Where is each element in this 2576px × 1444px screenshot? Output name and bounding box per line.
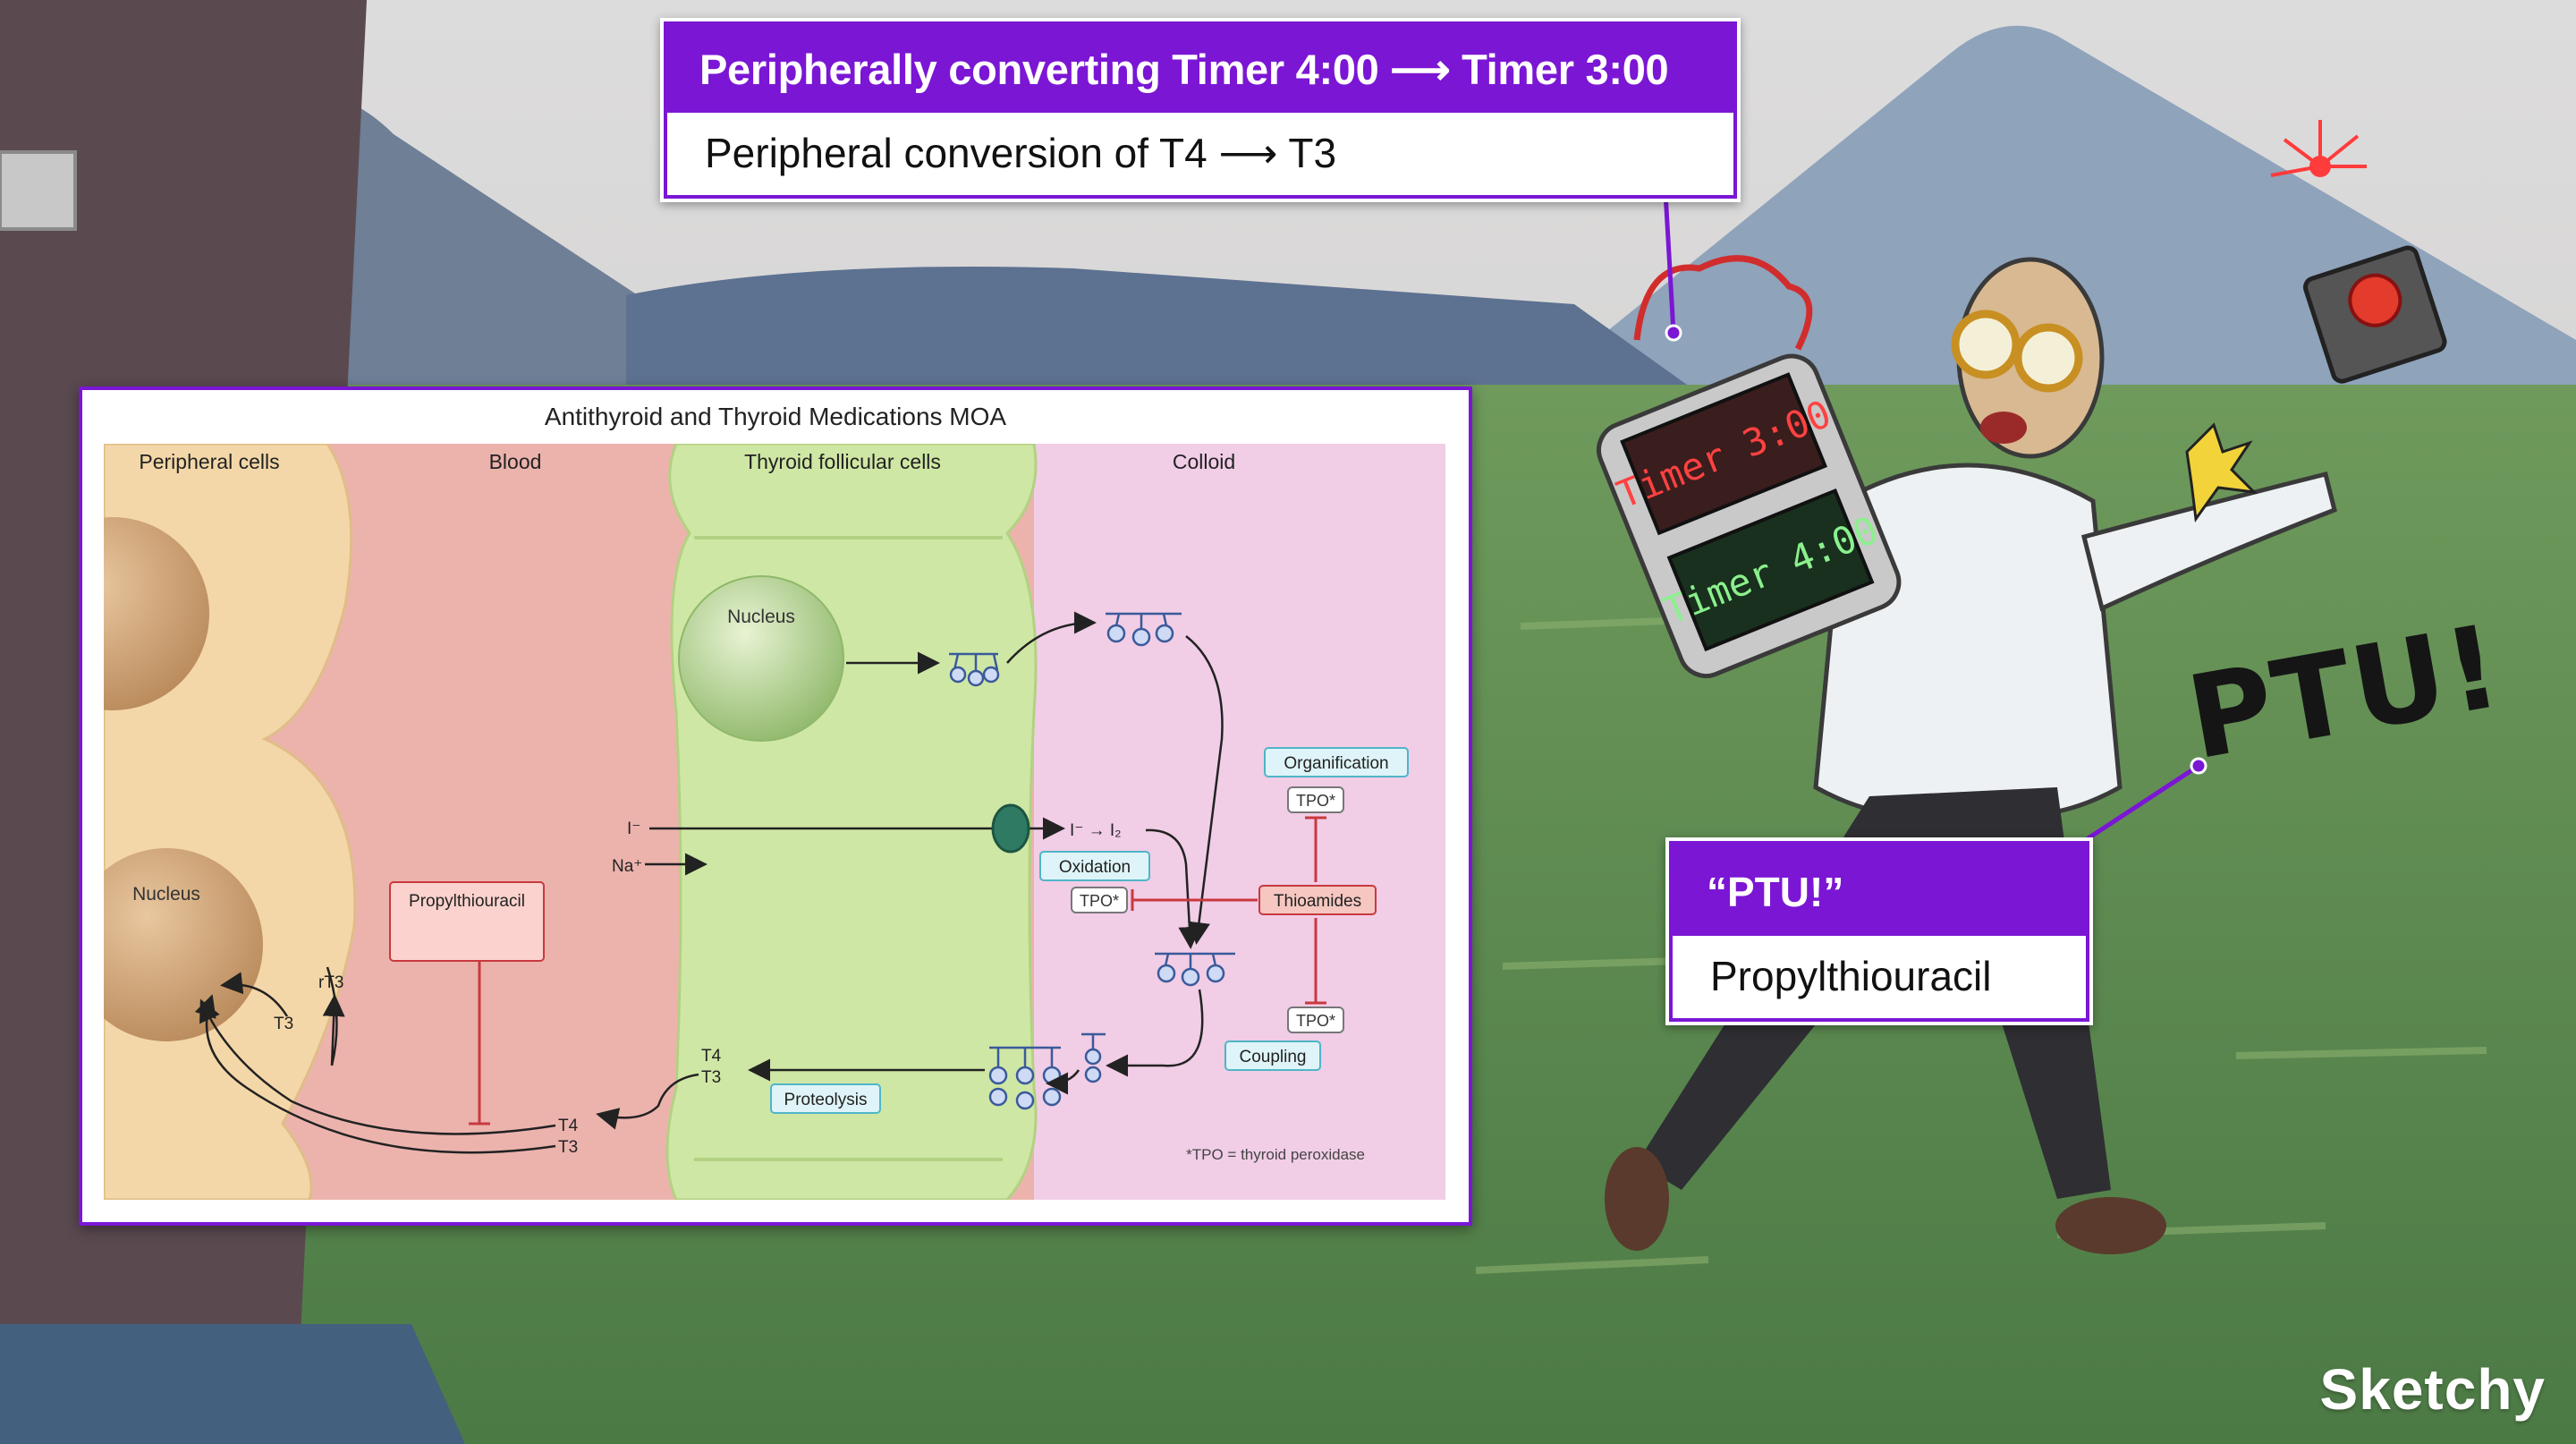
proteolysis-label: Proteolysis — [784, 1091, 868, 1109]
region-label-colloid: Colloid — [1173, 450, 1235, 473]
thyroid-nucleus-label: Nucleus — [727, 607, 795, 627]
tpo-label-left: TPO* — [1080, 892, 1119, 910]
shoe-left — [1605, 1147, 1669, 1251]
callout-timer-body: Peripheral conversion of T4 ⟶ T3 — [664, 113, 1737, 199]
region-label-peripheral: Peripheral cells — [139, 450, 279, 473]
window-frame — [0, 150, 77, 231]
peripheral-nucleus-label: Nucleus — [132, 884, 200, 905]
callout-ptu: “PTU!” Propylthiouracil — [1665, 837, 2093, 1025]
coupling-label: Coupling — [1240, 1048, 1307, 1066]
thioamides-label: Thioamides — [1274, 892, 1361, 911]
goggle-left — [1951, 310, 2021, 379]
callout-ptu-body: Propylthiouracil — [1669, 936, 2089, 1022]
floor-planks — [0, 1324, 465, 1444]
goggle-right — [2013, 323, 2083, 393]
label-rt3: rT3 — [318, 973, 344, 992]
pointer-top-dot — [1665, 324, 1682, 342]
moa-diagram: Peripheral cells Blood Thyroid follicula… — [104, 444, 1445, 1200]
callout-timer: Peripherally converting Timer 4:00 ⟶ Tim… — [660, 18, 1741, 202]
thyroid-nucleus — [678, 575, 844, 742]
label-t3-peripheral: T3 — [274, 1015, 293, 1033]
label-iodide-conv: I⁻ → I₂ — [1070, 821, 1122, 840]
callout-timer-header: Peripherally converting Timer 4:00 ⟶ Tim… — [664, 21, 1737, 113]
region-label-blood: Blood — [489, 450, 542, 473]
diagram-title: Antithyroid and Thyroid Medications MOA — [544, 403, 1007, 430]
label-t3-blood: T3 — [558, 1138, 578, 1157]
region-label-thyroid: Thyroid follicular cells — [744, 450, 941, 473]
label-t4-thyroid: T4 — [701, 1047, 722, 1066]
tpo-label-bottom: TPO* — [1296, 1012, 1335, 1030]
label-sodium: Na⁺ — [612, 857, 642, 876]
oxidation-label: Oxidation — [1059, 858, 1131, 877]
mouth — [1980, 412, 2027, 444]
footnote: *TPO = thyroid peroxidase — [1186, 1146, 1365, 1163]
sketchy-logo: Sketchy — [2319, 1357, 2546, 1422]
label-iodide: I⁻ — [627, 820, 640, 838]
label-t3-thyroid: T3 — [701, 1068, 721, 1087]
callout-ptu-header: “PTU!” — [1669, 841, 2089, 936]
organification-label: Organification — [1284, 754, 1388, 773]
nis-transporter — [991, 803, 1030, 854]
moa-diagram-card: Antithyroid and Thyroid Medications MOA … — [79, 386, 1472, 1226]
shoe-right — [2055, 1197, 2166, 1254]
tpo-label-top: TPO* — [1296, 792, 1335, 810]
propylthiouracil-label: Propylthiouracil — [409, 892, 525, 911]
label-t4-blood: T4 — [558, 1117, 579, 1135]
